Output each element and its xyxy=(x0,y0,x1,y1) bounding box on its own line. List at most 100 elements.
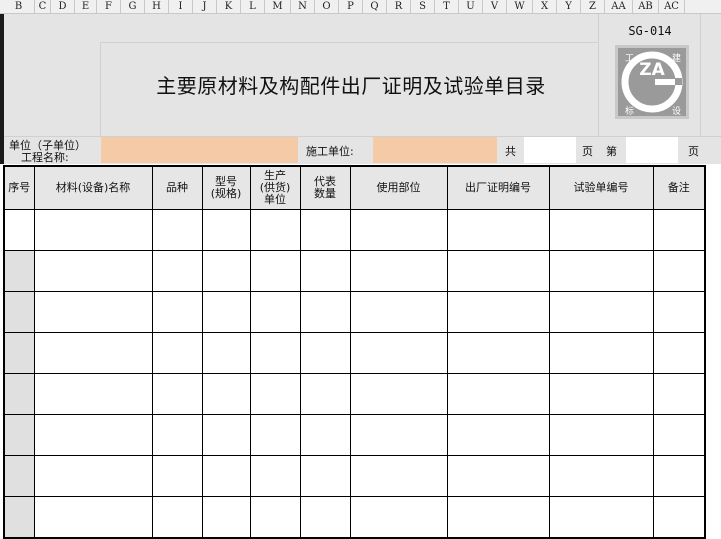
table-cell[interactable] xyxy=(349,496,448,539)
column-header-p[interactable]: P xyxy=(339,0,363,13)
contractor-input[interactable] xyxy=(373,137,497,163)
table-cell[interactable] xyxy=(446,455,550,497)
column-header-z[interactable]: Z xyxy=(581,0,605,13)
column-header-ab[interactable]: AB xyxy=(633,0,659,13)
table-cell[interactable] xyxy=(548,373,654,415)
table-cell[interactable] xyxy=(349,209,448,251)
table-cell[interactable] xyxy=(652,414,706,456)
row-number-cell[interactable] xyxy=(3,496,35,539)
column-header-c[interactable]: C xyxy=(35,0,51,13)
table-cell[interactable] xyxy=(446,496,550,539)
table-cell[interactable] xyxy=(151,496,203,539)
table-cell[interactable] xyxy=(548,209,654,251)
table-cell[interactable] xyxy=(201,455,251,497)
table-cell[interactable] xyxy=(349,250,448,292)
table-cell[interactable] xyxy=(446,373,550,415)
table-cell[interactable] xyxy=(201,373,251,415)
column-header-q[interactable]: Q xyxy=(363,0,387,13)
table-cell[interactable] xyxy=(548,414,654,456)
total-pages-input[interactable] xyxy=(524,137,576,163)
column-header-f[interactable]: F xyxy=(97,0,121,13)
table-cell[interactable] xyxy=(652,250,706,292)
column-header-m[interactable]: M xyxy=(265,0,291,13)
table-cell[interactable] xyxy=(249,291,301,333)
table-cell[interactable] xyxy=(249,332,301,374)
page-number-input[interactable] xyxy=(626,137,678,163)
table-cell[interactable] xyxy=(249,373,301,415)
table-cell[interactable] xyxy=(349,455,448,497)
column-header-k[interactable]: K xyxy=(217,0,241,13)
column-header-u[interactable]: U xyxy=(459,0,483,13)
table-cell[interactable] xyxy=(201,332,251,374)
table-cell[interactable] xyxy=(33,209,153,251)
table-cell[interactable] xyxy=(151,455,203,497)
column-header-v[interactable]: V xyxy=(483,0,507,13)
table-cell[interactable] xyxy=(201,209,251,251)
column-header-n[interactable]: N xyxy=(291,0,315,13)
column-header-b[interactable]: B xyxy=(3,0,35,13)
project-name-input[interactable] xyxy=(101,137,298,163)
table-cell[interactable] xyxy=(349,291,448,333)
column-header-y[interactable]: Y xyxy=(557,0,581,13)
table-cell[interactable] xyxy=(446,291,550,333)
table-cell[interactable] xyxy=(548,332,654,374)
table-cell[interactable] xyxy=(652,455,706,497)
table-cell[interactable] xyxy=(299,332,351,374)
column-header-h[interactable]: H xyxy=(145,0,169,13)
table-cell[interactable] xyxy=(151,332,203,374)
row-number-cell[interactable] xyxy=(3,455,35,497)
table-cell[interactable] xyxy=(201,496,251,539)
table-cell[interactable] xyxy=(349,373,448,415)
table-cell[interactable] xyxy=(652,332,706,374)
table-cell[interactable] xyxy=(652,291,706,333)
table-cell[interactable] xyxy=(151,209,203,251)
table-cell[interactable] xyxy=(151,373,203,415)
table-cell[interactable] xyxy=(548,496,654,539)
table-cell[interactable] xyxy=(33,455,153,497)
table-cell[interactable] xyxy=(249,250,301,292)
column-header-w[interactable]: W xyxy=(507,0,533,13)
table-cell[interactable] xyxy=(33,373,153,415)
table-cell[interactable] xyxy=(249,455,301,497)
column-header-i[interactable]: I xyxy=(169,0,193,13)
column-header-aa[interactable]: AA xyxy=(605,0,633,13)
table-cell[interactable] xyxy=(33,250,153,292)
column-header-g[interactable]: G xyxy=(121,0,145,13)
table-cell[interactable] xyxy=(249,414,301,456)
table-cell[interactable] xyxy=(201,414,251,456)
column-header-s[interactable]: S xyxy=(411,0,435,13)
table-cell[interactable] xyxy=(299,414,351,456)
row-number-cell[interactable] xyxy=(3,291,35,333)
table-cell[interactable] xyxy=(299,455,351,497)
table-cell[interactable] xyxy=(446,209,550,251)
table-cell[interactable] xyxy=(349,414,448,456)
table-cell[interactable] xyxy=(652,496,706,539)
table-cell[interactable] xyxy=(299,496,351,539)
table-cell[interactable] xyxy=(33,332,153,374)
table-cell[interactable] xyxy=(299,250,351,292)
table-cell[interactable] xyxy=(299,209,351,251)
table-cell[interactable] xyxy=(33,414,153,456)
column-header-r[interactable]: R xyxy=(387,0,411,13)
table-cell[interactable] xyxy=(299,373,351,415)
column-header-e[interactable]: E xyxy=(75,0,97,13)
table-cell[interactable] xyxy=(446,414,550,456)
table-cell[interactable] xyxy=(151,291,203,333)
column-header-t[interactable]: T xyxy=(435,0,459,13)
table-cell[interactable] xyxy=(446,250,550,292)
table-cell[interactable] xyxy=(201,250,251,292)
table-cell[interactable] xyxy=(151,414,203,456)
table-cell[interactable] xyxy=(446,332,550,374)
row-number-cell[interactable] xyxy=(3,209,35,251)
table-cell[interactable] xyxy=(349,332,448,374)
column-header-d[interactable]: D xyxy=(51,0,75,13)
row-number-cell[interactable] xyxy=(3,250,35,292)
table-cell[interactable] xyxy=(151,250,203,292)
table-cell[interactable] xyxy=(201,291,251,333)
row-number-cell[interactable] xyxy=(3,373,35,415)
table-cell[interactable] xyxy=(249,209,301,251)
column-header-x[interactable]: X xyxy=(533,0,557,13)
table-cell[interactable] xyxy=(548,291,654,333)
column-header-ac[interactable]: AC xyxy=(659,0,685,13)
table-cell[interactable] xyxy=(249,496,301,539)
